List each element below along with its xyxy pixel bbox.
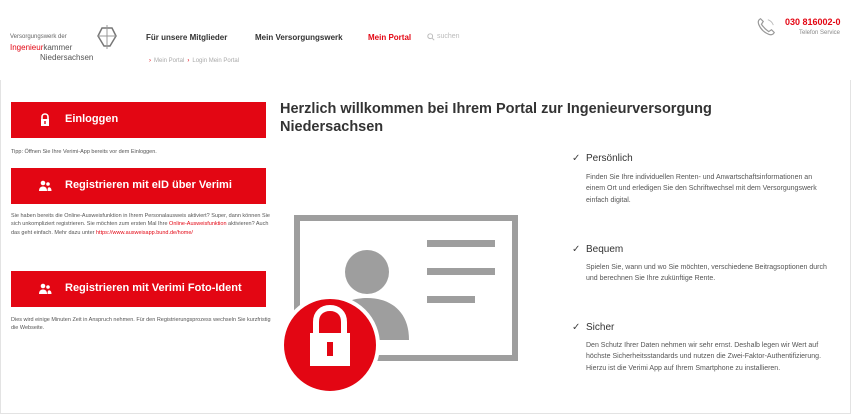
logo-mark-icon xyxy=(97,25,117,49)
logo-line-3: Niedersachsen xyxy=(40,53,94,62)
check-icon: ✓ xyxy=(572,153,581,164)
nav-item-versorgungswerk[interactable]: Mein Versorgungswerk xyxy=(255,33,343,42)
phone-label: Telefon Service xyxy=(799,30,841,36)
search-input[interactable]: suchen xyxy=(427,29,547,45)
check-icon: ✓ xyxy=(572,244,581,255)
site-header: Versorgungswerk der Ingenieurkammer Nied… xyxy=(0,0,851,80)
breadcrumb-chevron-icon: › xyxy=(149,58,151,64)
login-tip: Tipp: Öffnen Sie Ihre Verimi-App bereits… xyxy=(11,149,157,155)
site-logo[interactable]: Versorgungswerk der Ingenieurkammer Nied… xyxy=(10,20,130,70)
register-fotoident-button[interactable]: Registrieren mit Verimi Foto-Ident xyxy=(11,271,266,307)
benefit-text-sicher: Den Schutz Ihrer Daten nehmen wir sehr e… xyxy=(586,342,822,372)
phone-number[interactable]: 030 816002-0 xyxy=(785,17,841,27)
breadcrumb-chevron-icon: › xyxy=(187,58,190,64)
nav-item-mitglieder[interactable]: Für unsere Mitglieder xyxy=(146,33,227,42)
fotoident-note: Dies wird einige Minuten Zeit in Anspruc… xyxy=(11,317,271,332)
search-placeholder: suchen xyxy=(437,33,460,40)
register-eid-button-label: Registrieren mit eID über Verimi xyxy=(65,179,232,191)
nav-item-mein-portal[interactable]: Mein Portal xyxy=(368,33,411,42)
search-icon xyxy=(427,33,435,41)
logo-line-2: Ingenieurkammer xyxy=(10,43,73,52)
register-fotoident-button-label: Registrieren mit Verimi Foto-Ident xyxy=(65,282,242,294)
breadcrumb: › Mein Portal › Login Mein Portal xyxy=(146,58,239,64)
benefit-text-bequem: Spielen Sie, wann und wo Sie möchten, ve… xyxy=(586,264,827,283)
benefit-text-persoenlich: Finden Sie Ihre individuellen Renten- un… xyxy=(586,174,817,204)
logo-line-1: Versorgungswerk der xyxy=(10,34,67,40)
phone-icon xyxy=(757,18,775,36)
login-button-label: Einloggen xyxy=(65,113,119,125)
users-icon xyxy=(39,283,52,294)
ausweisapp-link[interactable]: https://www.ausweisapp.bund.de/home/ xyxy=(96,230,193,236)
lock-icon xyxy=(41,113,49,126)
register-eid-button[interactable]: Registrieren mit eID über Verimi xyxy=(11,168,266,204)
online-ausweis-link[interactable]: Online-Ausweisfunktion xyxy=(169,221,226,227)
phone-contact[interactable]: 030 816002-0 Telefon Service xyxy=(755,10,845,50)
breadcrumb-item-portal[interactable]: Mein Portal xyxy=(154,58,184,64)
page-title: Herzlich willkommen bei Ihrem Portal zur… xyxy=(280,101,712,135)
breadcrumb-item-login[interactable]: Login Mein Portal xyxy=(192,58,239,64)
login-button[interactable]: Einloggen xyxy=(11,102,266,138)
users-icon xyxy=(39,180,52,191)
eid-note: Sie haben bereits die Online-Ausweisfunk… xyxy=(11,213,270,236)
check-icon: ✓ xyxy=(572,322,581,333)
id-card-lock-illustration xyxy=(280,215,518,395)
